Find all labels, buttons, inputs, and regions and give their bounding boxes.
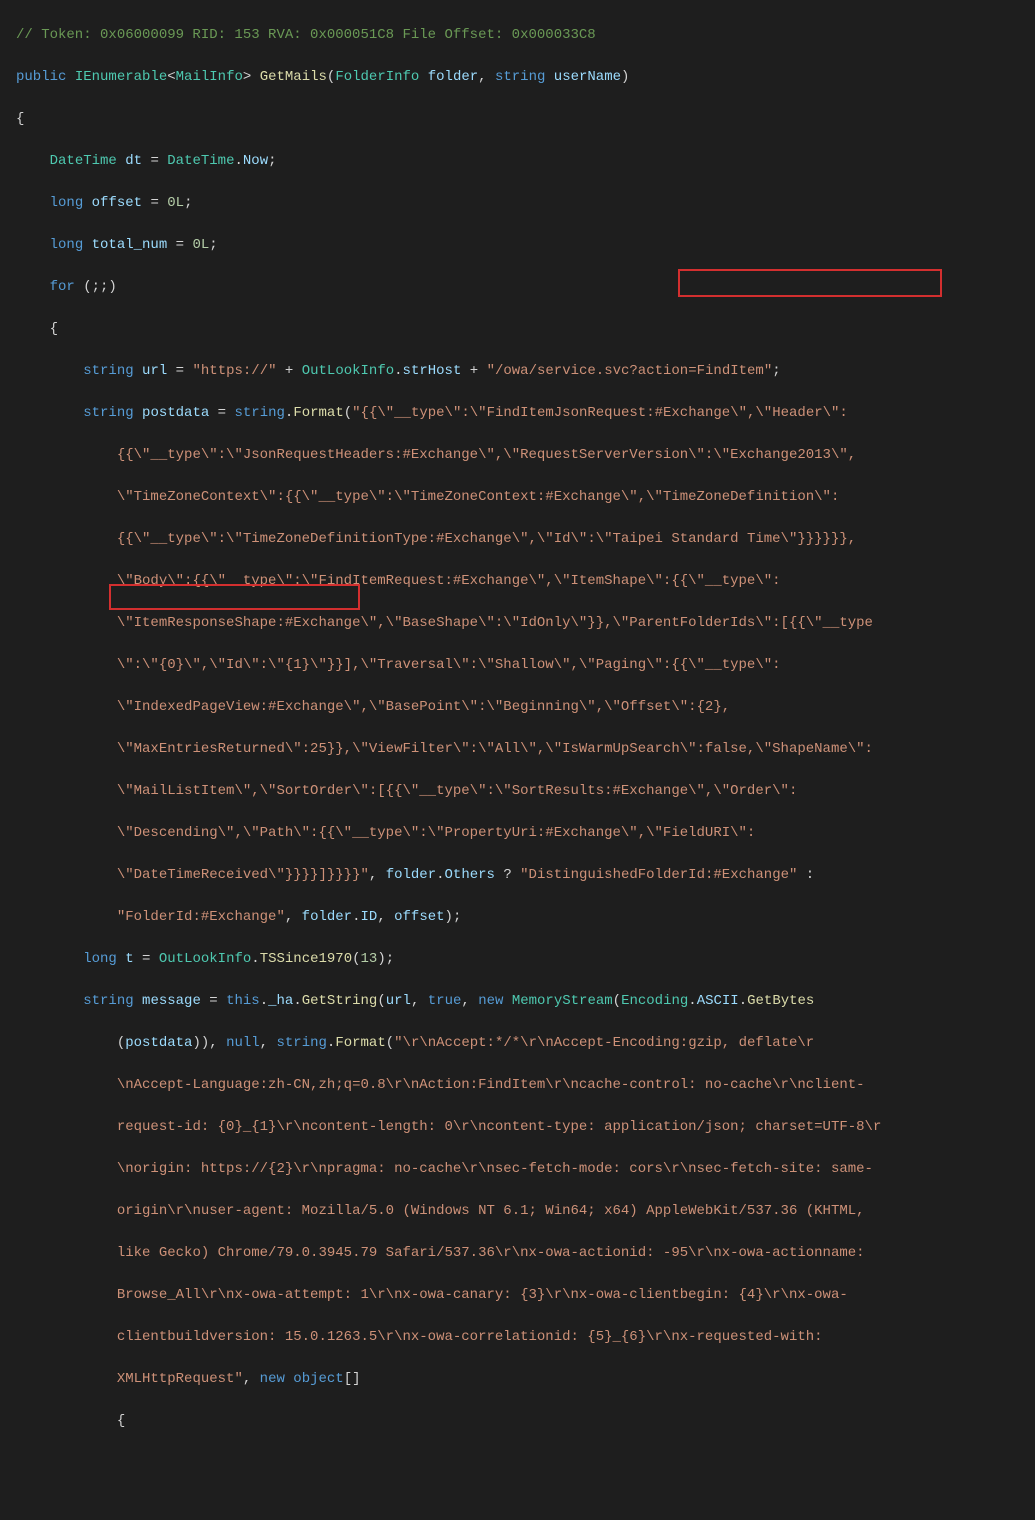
accept-language-string: \nAccept-Language:zh-CN,zh;: [117, 1077, 344, 1093]
code-line: \"MaxEntriesReturned\":25}},\"ViewFilter…: [16, 739, 1035, 760]
code-line: string message = this._ha.GetString(url,…: [16, 991, 1035, 1012]
code-line: {: [16, 319, 1035, 340]
code-line: (postdata)), null, string.Format("\r\nAc…: [16, 1033, 1035, 1054]
code-line: string url = "https://" + OutLookInfo.st…: [16, 361, 1035, 382]
code-line: public IEnumerable<MailInfo> GetMails(Fo…: [16, 67, 1035, 88]
code-line: \norigin: https://{2}\r\npragma: no-cach…: [16, 1159, 1035, 1180]
code-line: \"MailListItem\",\"SortOrder\":[{{\"__ty…: [16, 781, 1035, 802]
code-line: string postdata = string.Format("{{\"__t…: [16, 403, 1035, 424]
code-line: clientbuildversion: 15.0.1263.5\r\nx-owa…: [16, 1327, 1035, 1348]
code-line: long offset = 0L;: [16, 193, 1035, 214]
code-line: \"Descending\",\"Path\":{{\"__type\":\"P…: [16, 823, 1035, 844]
code-line: \"DateTimeReceived\"}}}}]}}}}", folder.O…: [16, 865, 1035, 886]
code-line: {: [16, 109, 1035, 130]
code-line: \"TimeZoneContext\":{{\"__type\":\"TimeZ…: [16, 487, 1035, 508]
comment-text: // Token: 0x06000099 RID: 153 RVA: 0x000…: [16, 27, 596, 43]
code-line: {{\"__type\":\"TimeZoneDefinitionType:#E…: [16, 529, 1035, 550]
code-line: DateTime dt = DateTime.Now;: [16, 151, 1035, 172]
code-line: \"Body\":{{\"__type\":\"FindItemRequest:…: [16, 571, 1035, 592]
code-line: "FolderId:#Exchange", folder.ID, offset)…: [16, 907, 1035, 928]
code-editor[interactable]: // Token: 0x06000099 RID: 153 RVA: 0x000…: [0, 0, 1035, 1520]
code-line: long t = OutLookInfo.TSSince1970(13);: [16, 949, 1035, 970]
code-line: \"ItemResponseShape:#Exchange\",\"BaseSh…: [16, 613, 1035, 634]
code-line: {{\"__type\":\"JsonRequestHeaders:#Excha…: [16, 445, 1035, 466]
code-line: XMLHttpRequest", new object[]: [16, 1369, 1035, 1390]
code-line: for (;;): [16, 277, 1035, 298]
code-line: Browse_All\r\nx-owa-attempt: 1\r\nx-owa-…: [16, 1285, 1035, 1306]
code-line: origin\r\nuser-agent: Mozilla/5.0 (Windo…: [16, 1201, 1035, 1222]
code-line: // Token: 0x06000099 RID: 153 RVA: 0x000…: [16, 25, 1035, 46]
code-line: long total_num = 0L;: [16, 235, 1035, 256]
code-line: request-id: {0}_{1}\r\ncontent-length: 0…: [16, 1117, 1035, 1138]
code-line: \"IndexedPageView:#Exchange\",\"BasePoin…: [16, 697, 1035, 718]
code-line: \nAccept-Language:zh-CN,zh;q=0.8\r\nActi…: [16, 1075, 1035, 1096]
code-line: like Gecko) Chrome/79.0.3945.79 Safari/5…: [16, 1243, 1035, 1264]
taipei-time-string: :\"Taipei Standard Time\"}: [587, 531, 805, 547]
code-line: {: [16, 1411, 1035, 1432]
code-line: \":\"{0}\",\"Id\":\"{1}\"}}],\"Traversal…: [16, 655, 1035, 676]
